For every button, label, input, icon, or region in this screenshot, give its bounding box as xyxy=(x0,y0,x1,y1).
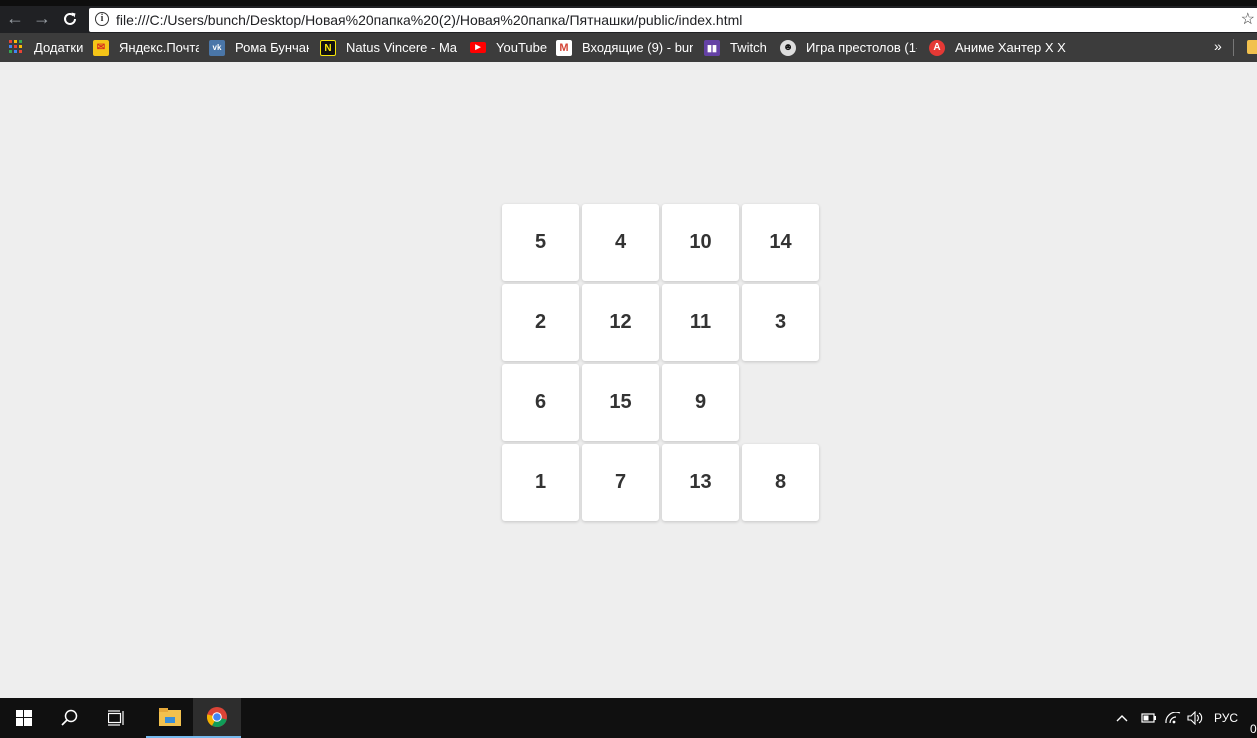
puzzle-tile[interactable]: 4 xyxy=(582,204,659,281)
bookmark-yandex-mail[interactable]: ✉ Яндекс.Почта xyxy=(93,33,199,62)
browser-toolbar: ← → i file:///C:/Users/bunch/Desktop/Нов… xyxy=(0,6,1257,33)
bookmark-vk[interactable]: vk Рома Бунчак xyxy=(209,33,309,62)
file-explorer-icon[interactable] xyxy=(146,698,194,738)
bookmarks-divider xyxy=(1233,39,1234,56)
bookmark-anime[interactable]: A Аниме Хантер Х Хан xyxy=(929,33,1066,62)
back-arrow-icon[interactable]: ← xyxy=(3,6,27,33)
puzzle-board: 5 4 10 14 2 12 11 3 6 15 9 1 7 13 8 xyxy=(501,203,821,523)
puzzle-tile[interactable]: 10 xyxy=(662,204,739,281)
bookmark-label: Natus Vincere - Mat xyxy=(346,40,457,55)
task-view-icon[interactable] xyxy=(93,698,141,738)
yandex-mail-icon: ✉ xyxy=(93,39,109,56)
wifi-icon[interactable] xyxy=(1165,698,1181,738)
puzzle-tile[interactable]: 6 xyxy=(502,364,579,441)
puzzle-tile[interactable]: 7 xyxy=(582,444,659,521)
youtube-icon: ▶ xyxy=(470,42,486,53)
vk-icon: vk xyxy=(209,39,225,56)
folder-icon[interactable] xyxy=(1247,40,1257,54)
bookmark-label: Аниме Хантер Х Хан xyxy=(955,40,1066,55)
bookmark-youtube[interactable]: ▶ YouTube xyxy=(470,33,550,62)
search-icon[interactable] xyxy=(46,698,94,738)
more-bookmarks-icon[interactable]: » xyxy=(1214,33,1222,62)
puzzle-tile[interactable]: 15 xyxy=(582,364,659,441)
bookmark-label: Входящие (9) - bunc xyxy=(582,40,693,55)
reload-icon[interactable] xyxy=(58,6,82,33)
puzzle-tile[interactable]: 13 xyxy=(662,444,739,521)
anime-site-icon: A xyxy=(929,39,945,56)
volume-icon[interactable] xyxy=(1187,698,1203,738)
bookmark-apps[interactable]: Додатки xyxy=(8,33,84,62)
puzzle-tile[interactable]: 3 xyxy=(742,284,819,361)
puzzle-tile[interactable]: 14 xyxy=(742,204,819,281)
puzzle-tile[interactable]: 8 xyxy=(742,444,819,521)
forward-arrow-icon[interactable]: → xyxy=(30,6,54,33)
puzzle-tile[interactable]: 12 xyxy=(582,284,659,361)
bookmark-label: Додатки xyxy=(34,40,84,55)
show-hidden-icons-icon[interactable] xyxy=(1116,698,1128,738)
site-info-icon[interactable]: i xyxy=(95,12,109,26)
address-url[interactable]: file:///C:/Users/bunch/Desktop/Новая%20п… xyxy=(116,12,742,28)
language-indicator[interactable]: РУС xyxy=(1214,698,1238,738)
bookmark-gmail[interactable]: M Входящие (9) - bunc xyxy=(556,33,693,62)
puzzle-tile[interactable]: 9 xyxy=(662,364,739,441)
puzzle-tile[interactable]: 2 xyxy=(502,284,579,361)
windows-taskbar: РУС 0 xyxy=(0,698,1257,738)
bookmark-label: Twitch xyxy=(730,40,767,55)
chrome-icon[interactable] xyxy=(193,698,241,738)
battery-icon[interactable] xyxy=(1140,698,1156,738)
puzzle-tile[interactable]: 5 xyxy=(502,204,579,281)
bookmark-label: Яндекс.Почта xyxy=(119,40,199,55)
avatar-icon: ☻ xyxy=(780,39,796,56)
bookmark-star-icon[interactable]: ☆ xyxy=(1241,9,1255,29)
gmail-icon: M xyxy=(556,39,572,56)
bookmark-twitch[interactable]: ▮▮ Twitch xyxy=(704,33,774,62)
bookmark-label: Игра престолов (1-8 xyxy=(806,40,917,55)
apps-icon xyxy=(8,39,24,56)
twitch-icon: ▮▮ xyxy=(704,39,720,56)
bookmark-label: YouTube xyxy=(496,40,548,55)
puzzle-tile[interactable]: 11 xyxy=(662,284,739,361)
bookmark-navi[interactable]: N Natus Vincere - Mat xyxy=(320,33,457,62)
navi-icon: N xyxy=(320,39,336,56)
address-bar[interactable]: i file:///C:/Users/bunch/Desktop/Новая%2… xyxy=(89,8,1257,32)
windows-start-icon[interactable] xyxy=(0,698,48,738)
puzzle-tile[interactable]: 1 xyxy=(502,444,579,521)
bookmark-label: Рома Бунчак xyxy=(235,40,309,55)
bookmark-got[interactable]: ☻ Игра престолов (1-8 xyxy=(780,33,917,62)
clock[interactable]: 0 xyxy=(1250,709,1257,738)
bookmarks-bar: Додатки ✉ Яндекс.Почта vk Рома Бунчак N … xyxy=(0,33,1257,62)
